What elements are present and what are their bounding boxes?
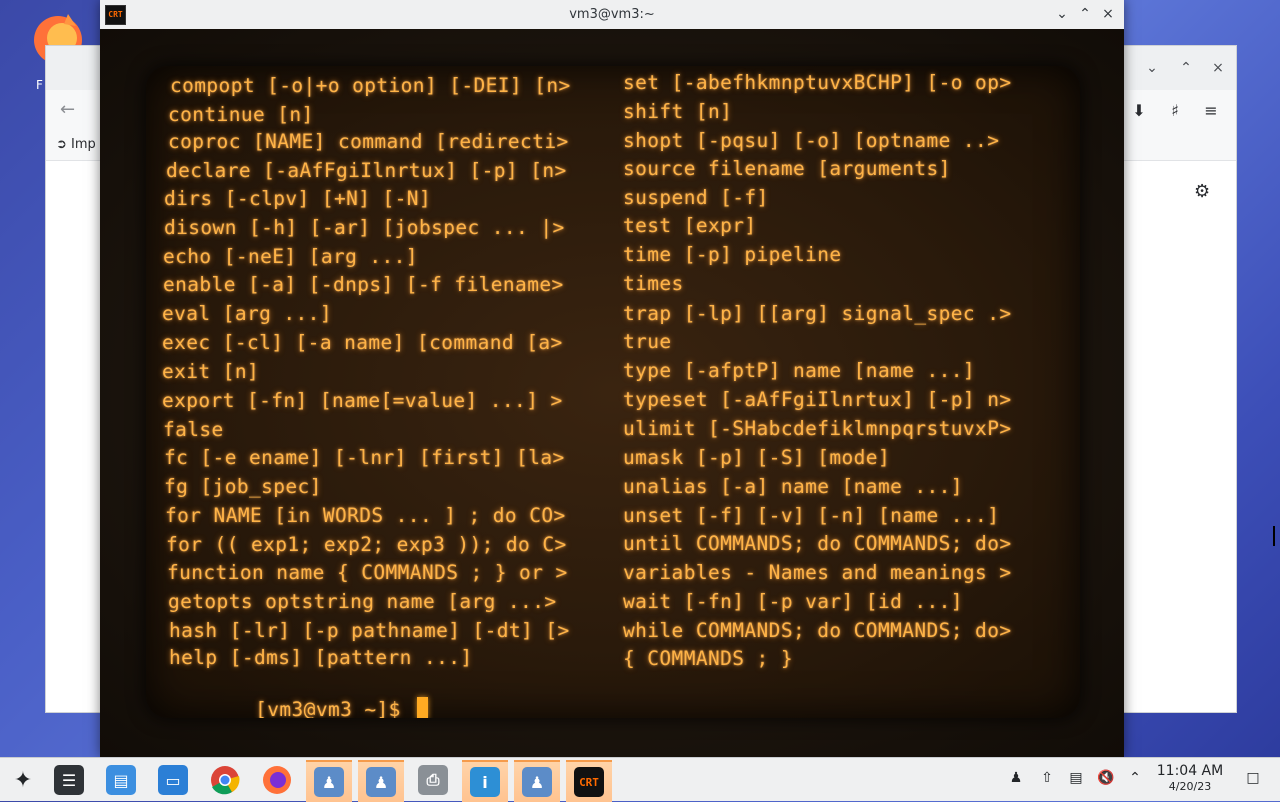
terminal-line-right: set [-abefhkmnptuvxBCHP] [-o op>	[623, 71, 1012, 94]
vm-tray-icon[interactable]: ♟	[1006, 768, 1026, 788]
terminal-line-left: exit [n]	[162, 360, 260, 383]
taskbar: ✦ ☰ ▤ ▭ ♟ ♟ ⎙ i ♟ CRT	[0, 757, 1280, 802]
virtual-machine-icon: ♟	[522, 767, 552, 797]
clock-date[interactable]: 4/20/23	[1150, 780, 1230, 793]
clipboard-icon[interactable]: ▤	[1066, 768, 1086, 788]
terminal-line-right: true	[623, 330, 672, 353]
info-icon: i	[470, 767, 500, 797]
terminal-line-right: { COMMANDS ; }	[623, 647, 793, 670]
import-icon: ➲	[56, 137, 67, 152]
mouse-cursor	[1273, 526, 1280, 546]
bookmark-import-label: Imp	[71, 137, 96, 152]
taskbar-vm-button-2[interactable]: ♟	[358, 760, 404, 802]
chevron-up-icon[interactable]: ⌃	[1125, 768, 1145, 788]
terminal-line-left: hash [-lr] [-p pathname] [-dt] [>	[169, 619, 570, 642]
terminal-line-right: times	[623, 272, 684, 295]
maximize-button[interactable]: ⌃	[1075, 4, 1095, 24]
terminal-line-left: function name { COMMANDS ; } or >	[167, 561, 568, 584]
terminal-line-right: suspend [-f]	[623, 186, 769, 209]
window-title: vm3@vm3:~	[569, 7, 655, 22]
chrome-icon	[211, 766, 240, 795]
terminal-window: CRT vm3@vm3:~ ⌄ ⌃ × compopt [-o|+o optio…	[100, 0, 1124, 757]
terminal-line-right: unset [-f] [-v] [-n] [name ...]	[623, 504, 1000, 527]
terminal-line-left: help [-dms] [pattern ...]	[169, 646, 473, 669]
terminal-screen[interactable]: compopt [-o|+o option] [-DEI] [n> continu…	[146, 66, 1080, 718]
gear-icon[interactable]: ⚙	[1194, 181, 1210, 202]
menu-icon[interactable]: ≡	[1200, 100, 1222, 122]
terminal-line-left: export [-fn] [name[=value] ...] >	[162, 389, 563, 412]
terminal-line-right: while COMMANDS; do COMMANDS; do>	[623, 619, 1012, 642]
store-icon: ▤	[106, 765, 136, 795]
terminal-line-right: trap [-lp] [[arg] signal_spec .>	[623, 302, 1012, 325]
firefox-icon	[263, 766, 291, 794]
terminal-line-left: exec [-cl] [-a name] [command [a>	[162, 331, 563, 354]
taskbar-vm-button-3[interactable]: ♟	[514, 760, 560, 802]
taskbar-crt-button[interactable]: CRT	[566, 760, 612, 802]
browser-maximize-button[interactable]: ⌃	[1176, 58, 1196, 78]
terminal-line-right: source filename [arguments]	[623, 157, 951, 180]
terminal-line-left: false	[163, 418, 224, 441]
virtual-machine-icon: ♟	[314, 767, 344, 797]
prompt-text: [vm3@vm3 ~]$	[255, 698, 413, 718]
terminal-line-left: dirs [-clpv] [+N] [-N]	[164, 187, 432, 210]
taskbar-info-button[interactable]: i	[462, 760, 508, 802]
terminal-line-left: echo [-neE] [arg ...]	[163, 245, 418, 268]
terminal-line-left: eval [arg ...]	[162, 302, 332, 325]
terminal-line-left: disown [-h] [-ar] [jobspec ... |>	[164, 216, 565, 239]
taskbar-vm-button-1[interactable]: ♟	[306, 760, 352, 802]
terminal-line-left: for (( exp1; exp2; exp3 )); do C>	[166, 533, 567, 556]
taskbar-files-button[interactable]: ▭	[150, 760, 196, 800]
download-icon[interactable]: ⬇	[1128, 100, 1150, 122]
crt-icon: CRT	[574, 767, 604, 797]
taskbar-scanner-button[interactable]: ⎙	[410, 760, 456, 800]
terminal-line-right: typeset [-aAfFgiIlnrtux] [-p] n>	[623, 388, 1012, 411]
terminal-line-right: ulimit [-SHabcdefiklmnpqrstuvxP>	[623, 417, 1012, 440]
terminal-line-right: shift [n]	[623, 100, 733, 123]
launcher-icon: ✦	[13, 767, 33, 793]
terminal-line-left: compopt [-o|+o option] [-DEI] [n>	[170, 74, 571, 97]
terminal-line-right: unalias [-a] name [name ...]	[623, 475, 963, 498]
back-arrow-icon[interactable]: ←	[60, 99, 75, 120]
update-icon[interactable]: ⇧	[1037, 768, 1057, 788]
terminal-line-left: getopts optstring name [arg ...>	[168, 590, 557, 613]
crt-frame: compopt [-o|+o option] [-DEI] [n> continu…	[100, 29, 1124, 757]
sliders-icon: ☰	[54, 765, 84, 795]
terminal-line-left: for NAME [in WORDS ... ] ; do CO>	[165, 504, 566, 527]
text-cursor	[416, 697, 428, 718]
terminal-line-right: umask [-p] [-S] [mode]	[623, 446, 891, 469]
volume-muted-icon[interactable]: 🔇	[1096, 768, 1116, 788]
terminal-line-right: variables - Names and meanings >	[623, 561, 1012, 584]
desktop-icon-label: F	[36, 78, 43, 92]
terminal-line-left: fg [job_spec]	[164, 475, 322, 498]
scanner-icon: ⎙	[418, 765, 448, 795]
bookmark-import[interactable]: ➲ Imp	[56, 137, 96, 152]
terminal-line-right: shopt [-pqsu] [-o] [optname ..>	[623, 129, 1000, 152]
shell-prompt[interactable]: [vm3@vm3 ~]$	[158, 674, 428, 718]
terminal-line-right: test [expr]	[623, 214, 757, 237]
minimize-button[interactable]: ⌄	[1052, 4, 1072, 24]
taskbar-settings-button[interactable]: ☰	[46, 760, 92, 800]
extensions-icon[interactable]: ♯	[1164, 100, 1186, 122]
browser-minimize-button[interactable]: ⌄	[1142, 58, 1162, 78]
show-desktop-icon[interactable]: □	[1243, 768, 1263, 788]
terminal-line-right: time [-p] pipeline	[623, 243, 842, 266]
taskbar-firefox-button[interactable]	[254, 760, 300, 800]
browser-close-button[interactable]: ×	[1208, 58, 1228, 78]
application-launcher-button[interactable]: ✦	[0, 760, 46, 800]
terminal-titlebar: CRT vm3@vm3:~ ⌄ ⌃ ×	[100, 0, 1124, 30]
terminal-line-left: enable [-a] [-dnps] [-f filename>	[163, 273, 564, 296]
terminal-line-right: until COMMANDS; do COMMANDS; do>	[623, 532, 1012, 555]
terminal-line-right: wait [-fn] [-p var] [id ...]	[623, 590, 963, 613]
terminal-line-left: coproc [NAME] command [redirecti>	[168, 130, 569, 153]
terminal-line-left: continue [n]	[168, 103, 314, 126]
taskbar-chrome-button[interactable]	[202, 760, 248, 800]
close-button[interactable]: ×	[1098, 4, 1118, 24]
virtual-machine-icon: ♟	[366, 767, 396, 797]
taskbar-discover-button[interactable]: ▤	[98, 760, 144, 800]
terminal-line-right: type [-afptP] name [name ...]	[623, 359, 976, 382]
folder-icon: ▭	[158, 765, 188, 795]
terminal-line-left: fc [-e ename] [-lnr] [first] [la>	[164, 446, 565, 469]
clock-time[interactable]: 11:04 AM	[1150, 763, 1230, 779]
terminal-line-left: declare [-aAfFgiIlnrtux] [-p] [n>	[166, 159, 567, 182]
